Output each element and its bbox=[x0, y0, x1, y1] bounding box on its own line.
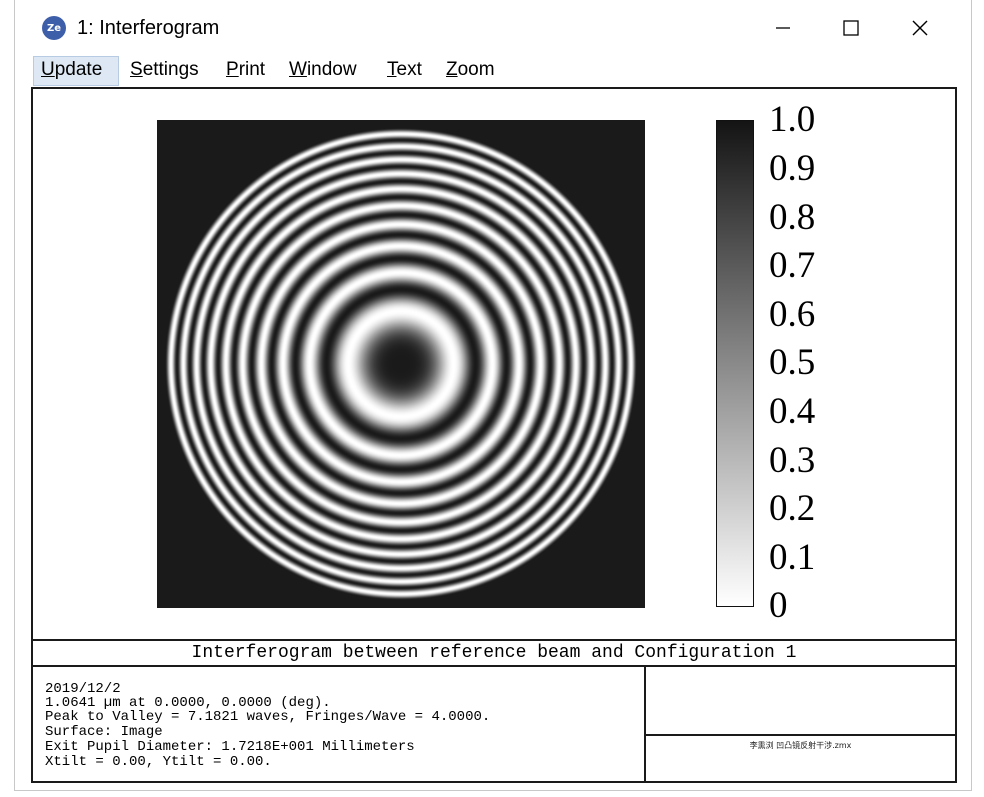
colorbar-tick-label: 0.1 bbox=[769, 537, 816, 578]
zemax-app-icon[interactable]: Ze bbox=[42, 16, 66, 40]
maximize-icon bbox=[843, 20, 859, 36]
colorbar-tick-label: 0.2 bbox=[769, 488, 816, 529]
file-name: 李熏浏 凹凸镜反射干涉.zmx bbox=[749, 741, 852, 750]
close-button[interactable] bbox=[890, 8, 950, 48]
fringe-pattern bbox=[165, 128, 637, 600]
colorbar-tick-label: 0.8 bbox=[769, 197, 816, 238]
colorbar bbox=[716, 120, 754, 607]
interferogram-plot bbox=[157, 120, 645, 608]
interferogram-window: Ze 1: Interferogram Update Settings Prin… bbox=[14, 0, 972, 791]
info-exit-pupil: Exit Pupil Diameter: 1.7218E+001 Millime… bbox=[45, 739, 415, 755]
info-peak-to-valley: Peak to Valley = 7.1821 waves, Fringes/W… bbox=[45, 709, 491, 725]
menu-settings[interactable]: Settings bbox=[123, 56, 206, 86]
colorbar-tick-label: 0.5 bbox=[769, 342, 816, 383]
minimize-button[interactable] bbox=[753, 8, 813, 48]
info-surface: Surface: Image bbox=[45, 724, 163, 740]
maximize-button[interactable] bbox=[821, 8, 881, 48]
title-bar[interactable]: Ze 1: Interferogram bbox=[15, 0, 971, 56]
colorbar-tick-label: 0.6 bbox=[769, 294, 816, 335]
plot-caption: Interferogram between reference beam and… bbox=[33, 639, 955, 667]
interferogram-client-area: 1.0 0.9 0.8 0.7 0.6 0.5 0.4 0.3 0.2 0.1 … bbox=[31, 87, 957, 783]
close-icon bbox=[912, 20, 928, 36]
exit-pupil-disc bbox=[165, 128, 637, 600]
menu-zoom[interactable]: Zoom bbox=[439, 56, 502, 86]
minimize-icon bbox=[776, 27, 790, 29]
menu-text[interactable]: Text bbox=[380, 56, 429, 86]
colorbar-tick-label: 1.0 bbox=[769, 99, 816, 140]
colorbar-tick-label: 0.7 bbox=[769, 245, 816, 286]
menu-window[interactable]: Window bbox=[282, 56, 364, 86]
info-blank-cell bbox=[646, 666, 955, 736]
menu-print[interactable]: Print bbox=[219, 56, 272, 86]
colorbar-tick-label: 0.4 bbox=[769, 391, 816, 432]
menu-bar: Update Settings Print Window Text Zoom bbox=[33, 56, 963, 86]
colorbar-tick-label: 0.9 bbox=[769, 148, 816, 189]
colorbar-tick-label: 0 bbox=[769, 585, 788, 626]
info-text-panel: 2019/12/2 1.0641 µm at 0.0000, 0.0000 (d… bbox=[33, 666, 646, 781]
colorbar-tick-label: 0.3 bbox=[769, 440, 816, 481]
window-title: 1: Interferogram bbox=[77, 17, 220, 39]
info-tilt: Xtilt = 0.00, Ytilt = 0.00. bbox=[45, 754, 272, 770]
file-name-cell: 李熏浏 凹凸镜反射干涉.zmx bbox=[646, 736, 955, 781]
menu-update[interactable]: Update bbox=[33, 56, 119, 86]
